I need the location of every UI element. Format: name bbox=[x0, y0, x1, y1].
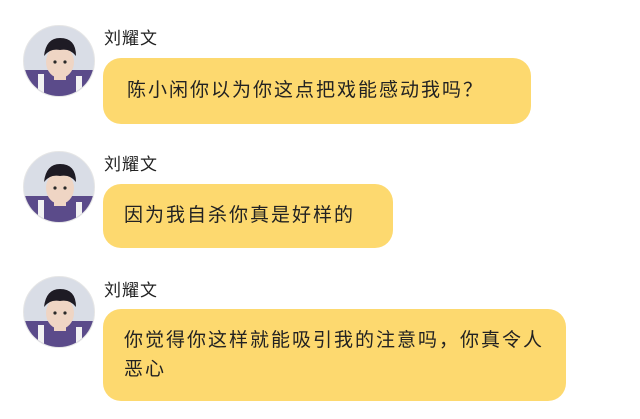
chat-screen: 刘耀文 陈小闲你以为你这点把戏能感动我吗？ 刘耀文 因为我自杀你真是好样的 刘耀… bbox=[0, 0, 640, 419]
user-avatar-icon[interactable] bbox=[23, 151, 95, 223]
sender-name: 刘耀文 bbox=[104, 281, 158, 301]
user-avatar-icon[interactable] bbox=[23, 276, 95, 348]
sender-name: 刘耀文 bbox=[104, 29, 158, 49]
message-bubble[interactable]: 陈小闲你以为你这点把戏能感动我吗？ bbox=[103, 58, 531, 124]
message-bubble[interactable]: 你觉得你这样就能吸引我的注意吗，你真令人恶心 bbox=[103, 309, 566, 401]
message-bubble[interactable]: 因为我自杀你真是好样的 bbox=[103, 184, 393, 248]
user-avatar-icon[interactable] bbox=[23, 25, 95, 97]
sender-name: 刘耀文 bbox=[104, 155, 158, 175]
